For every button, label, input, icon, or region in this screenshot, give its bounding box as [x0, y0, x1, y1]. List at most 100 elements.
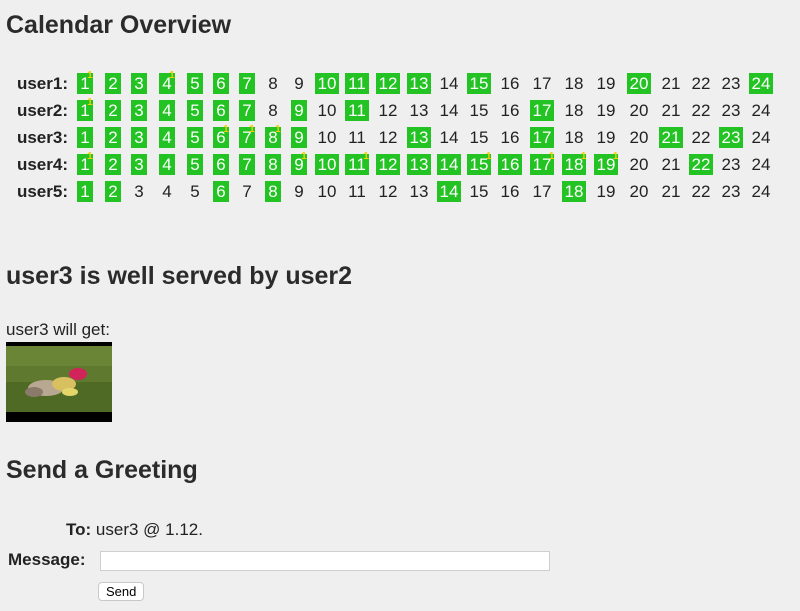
calendar-day[interactable]: 9: [291, 181, 306, 202]
calendar-day-available[interactable]: 4: [159, 154, 175, 175]
calendar-day-available[interactable]: 12: [375, 154, 401, 175]
calendar-day-available[interactable]: 6: [213, 181, 229, 202]
calendar-day-available[interactable]: 17: [529, 100, 555, 121]
calendar-day-available[interactable]: 8: [265, 181, 281, 202]
calendar-day[interactable]: 18: [562, 127, 587, 148]
calendar-day-available[interactable]: 2: [105, 100, 121, 121]
calendar-day[interactable]: 13: [407, 181, 432, 202]
calendar-day[interactable]: 17: [530, 73, 555, 94]
calendar-day[interactable]: 22: [689, 127, 714, 148]
calendar-day-available[interactable]: 8: [265, 154, 281, 175]
calendar-day-available[interactable]: 41: [159, 71, 175, 94]
calendar-day[interactable]: 18: [562, 100, 587, 121]
calendar-day-available[interactable]: 17 1: [529, 152, 555, 175]
calendar-day[interactable]: 14: [437, 127, 462, 148]
calendar-day[interactable]: 11: [345, 181, 369, 202]
calendar-day[interactable]: 5: [187, 181, 202, 202]
calendar-day-available[interactable]: 3: [131, 73, 147, 94]
calendar-day-available[interactable]: 11: [77, 152, 93, 175]
calendar-day-available[interactable]: 11: [345, 100, 369, 121]
calendar-day-available[interactable]: 16: [497, 154, 523, 175]
video-thumbnail[interactable]: [6, 342, 112, 422]
calendar-day-available[interactable]: 7: [239, 73, 255, 94]
calendar-day-available[interactable]: 3: [131, 154, 147, 175]
calendar-day[interactable]: 12: [376, 127, 401, 148]
calendar-day-available[interactable]: 24: [748, 73, 774, 94]
calendar-day-available[interactable]: 17: [529, 127, 555, 148]
calendar-day[interactable]: 23: [719, 181, 744, 202]
calendar-day[interactable]: 7: [239, 181, 254, 202]
calendar-day[interactable]: 16: [498, 73, 523, 94]
calendar-day-available[interactable]: 5: [187, 154, 203, 175]
calendar-day[interactable]: 24: [749, 127, 774, 148]
calendar-day-available[interactable]: 2: [105, 154, 121, 175]
calendar-day-available[interactable]: 11: [345, 73, 369, 94]
calendar-day-available[interactable]: 13: [406, 127, 432, 148]
calendar-day[interactable]: 21: [659, 181, 684, 202]
calendar-day-available[interactable]: 13: [406, 73, 432, 94]
calendar-day-available[interactable]: 5: [187, 73, 203, 94]
calendar-day[interactable]: 20: [627, 100, 652, 121]
calendar-day-available[interactable]: 12: [375, 73, 401, 94]
calendar-day-available[interactable]: 7: [239, 100, 255, 121]
calendar-day[interactable]: 20: [627, 181, 652, 202]
calendar-day[interactable]: 14: [437, 100, 462, 121]
calendar-day[interactable]: 23: [719, 73, 744, 94]
calendar-day[interactable]: 24: [749, 100, 774, 121]
calendar-day-available[interactable]: 61: [213, 125, 229, 148]
calendar-day[interactable]: 19: [594, 181, 619, 202]
calendar-day-available[interactable]: 20: [626, 73, 652, 94]
calendar-day-available[interactable]: 91: [291, 152, 307, 175]
calendar-day[interactable]: 21: [659, 154, 684, 175]
calendar-day-available[interactable]: 3: [131, 100, 147, 121]
message-input[interactable]: [100, 551, 550, 571]
calendar-day[interactable]: 22: [689, 73, 714, 94]
calendar-day-available[interactable]: 15 1: [466, 152, 492, 175]
calendar-day[interactable]: 3: [131, 181, 146, 202]
calendar-day-available[interactable]: 6: [213, 73, 229, 94]
calendar-day-available[interactable]: 71: [239, 125, 255, 148]
calendar-day[interactable]: 21: [659, 73, 684, 94]
calendar-day-available[interactable]: 18: [561, 181, 587, 202]
calendar-day[interactable]: 10: [315, 181, 340, 202]
calendar-day-available[interactable]: 15: [466, 73, 492, 94]
calendar-day-available[interactable]: 10: [314, 154, 340, 175]
calendar-day[interactable]: 19: [594, 73, 619, 94]
calendar-day-available[interactable]: 14: [436, 154, 462, 175]
calendar-day-available[interactable]: 18 1: [561, 152, 587, 175]
calendar-day[interactable]: 16: [498, 127, 523, 148]
calendar-day-available[interactable]: 9: [291, 100, 307, 121]
calendar-day-available[interactable]: 5: [187, 100, 203, 121]
calendar-day[interactable]: 18: [562, 73, 587, 94]
calendar-day[interactable]: 16: [498, 181, 523, 202]
calendar-day-available[interactable]: 23: [718, 127, 744, 148]
calendar-day[interactable]: 24: [749, 154, 774, 175]
calendar-day-available[interactable]: 11: [77, 98, 93, 121]
calendar-day[interactable]: 15: [467, 100, 492, 121]
calendar-day-available[interactable]: 3: [131, 127, 147, 148]
calendar-day[interactable]: 15: [467, 181, 492, 202]
calendar-day[interactable]: 10: [315, 127, 340, 148]
calendar-day-available[interactable]: 9: [291, 127, 307, 148]
calendar-day-available[interactable]: 6: [213, 100, 229, 121]
calendar-day-available[interactable]: 2: [105, 127, 121, 148]
calendar-day[interactable]: 12: [376, 181, 401, 202]
calendar-day-available[interactable]: 13: [406, 154, 432, 175]
calendar-day-available[interactable]: 1: [77, 181, 93, 202]
calendar-day-available[interactable]: 22: [688, 154, 714, 175]
calendar-day[interactable]: 23: [719, 154, 744, 175]
calendar-day-available[interactable]: 19 1: [593, 152, 619, 175]
calendar-day[interactable]: 10: [315, 100, 340, 121]
calendar-day[interactable]: 24: [749, 181, 774, 202]
calendar-day[interactable]: 19: [594, 127, 619, 148]
calendar-day[interactable]: 19: [594, 100, 619, 121]
calendar-day[interactable]: 21: [659, 100, 684, 121]
send-button[interactable]: Send: [98, 582, 145, 601]
calendar-day[interactable]: 13: [407, 100, 432, 121]
calendar-day[interactable]: 16: [498, 100, 523, 121]
calendar-day-available[interactable]: 1: [77, 127, 93, 148]
calendar-day[interactable]: 12: [376, 100, 401, 121]
calendar-day[interactable]: 8: [265, 100, 280, 121]
calendar-day[interactable]: 4: [159, 181, 174, 202]
calendar-day[interactable]: 8: [265, 73, 280, 94]
